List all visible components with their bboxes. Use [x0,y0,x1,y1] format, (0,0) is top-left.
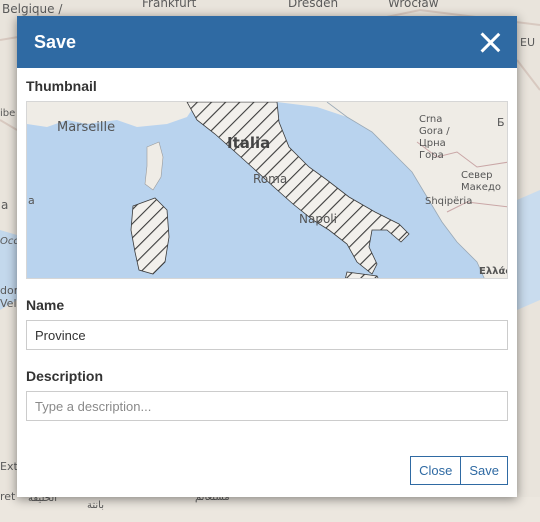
bg-label: Dresden [288,0,339,10]
description-input[interactable] [26,391,508,421]
save-dialog: Save Thumbnail Marseille Italia Roma Nap… [17,16,517,497]
bg-label: a [1,198,9,212]
dialog-header: Save [17,16,517,68]
bg-label: بانتة [87,500,104,511]
dialog-title: Save [34,31,77,52]
map-label-edge: Б [497,116,505,129]
thumbnail-map: Marseille Italia Roma Napoli Crna Gora /… [26,101,508,279]
map-label-edge: a [28,194,35,207]
bg-label: Ext [0,460,18,473]
bg-label: Frankfurt [142,0,197,10]
map-label-napoli: Napoli [299,212,337,226]
thumbnail-label: Thumbnail [26,78,97,94]
save-button[interactable]: Save [461,456,508,485]
map-label-roma: Roma [253,172,288,186]
bg-label: ibe [0,108,16,119]
map-label-crna-gora: Crna Gora / Црна Гора [419,114,450,161]
map-label-italia: Italia [227,134,271,152]
map-label-severna: Север Македо [461,170,501,193]
bg-label: Belgique / [2,2,63,16]
close-button[interactable]: Close [410,456,462,485]
dialog-footer: Close Save [410,456,508,485]
bg-label: EU [520,36,536,49]
bg-label: Wrocław [388,0,439,10]
map-label-shqiperia: Shqipëria [425,196,473,207]
close-icon[interactable] [479,31,501,53]
name-label: Name [26,297,65,313]
map-label-ellas: Ελλάς [479,266,507,277]
bg-label: ret [0,490,16,503]
name-input[interactable] [26,320,508,350]
description-label: Description [26,368,104,384]
map-label-marseille: Marseille [57,120,116,135]
dialog-body: Thumbnail Marseille Italia Roma Napoli C… [17,68,517,421]
